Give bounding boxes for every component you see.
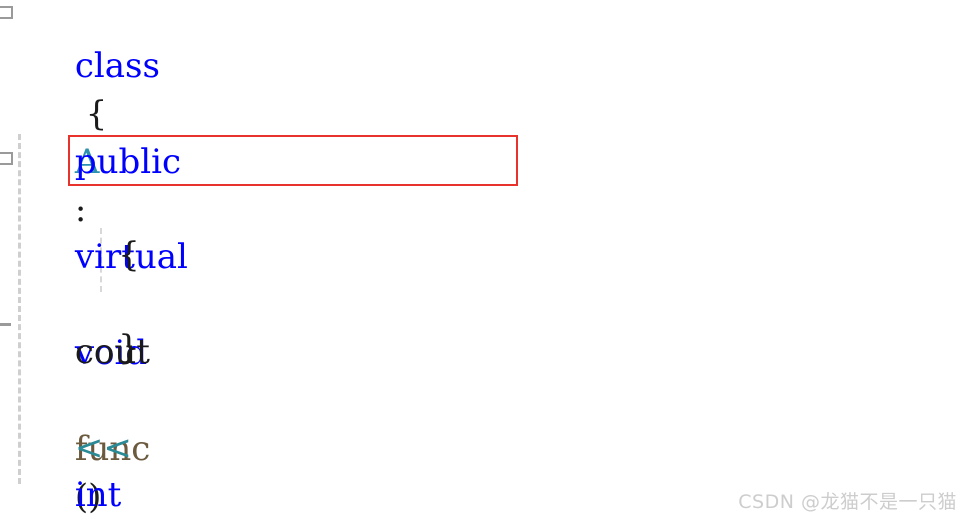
code-line-blank-1[interactable] (0, 324, 967, 372)
code-line-public[interactable]: public : (0, 90, 967, 230)
code-line-blank-2[interactable] (0, 423, 967, 471)
code-content[interactable]: class A { public : virtual void func () … (0, 0, 967, 520)
code-line-class-a[interactable]: class A (0, 0, 967, 182)
code-line-class-open-brace[interactable]: { (0, 42, 967, 134)
code-line-func-close-brace[interactable]: } (0, 276, 967, 368)
code-editor-screenshot: class A { public : virtual void func () … (0, 0, 967, 520)
code-line-func-open-brace[interactable]: { (0, 183, 967, 275)
code-line-virtual-func[interactable]: virtual void func () (0, 137, 967, 517)
code-line-cout[interactable]: cout << "func->A" << endl ; (0, 232, 967, 468)
code-line-int-a[interactable]: int _a = 1; (0, 375, 967, 515)
csdn-watermark: CSDN @龙猫不是一只猫 (738, 491, 957, 513)
